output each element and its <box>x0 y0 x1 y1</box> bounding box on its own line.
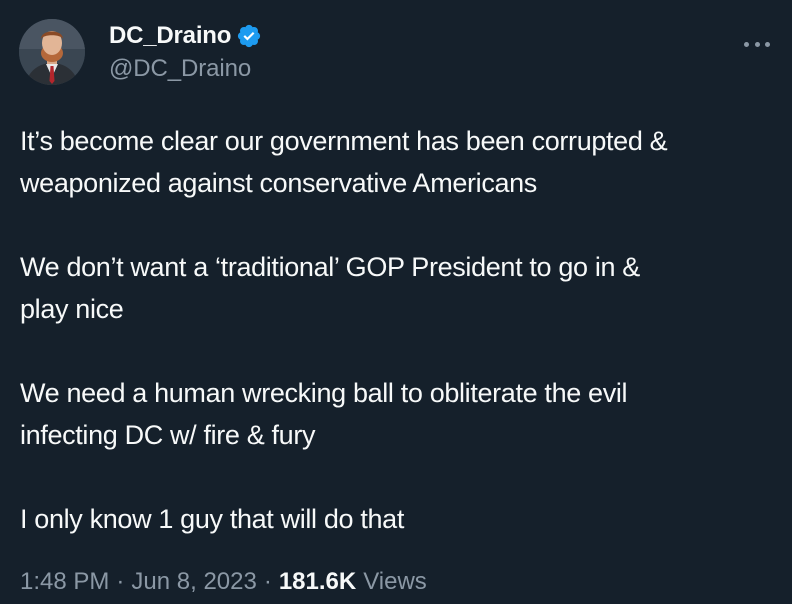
more-dot <box>754 41 760 47</box>
name-row: DC_Draino <box>109 21 262 51</box>
tweet-text: It’s become clear our government has bee… <box>20 120 780 582</box>
avatar-image <box>19 19 85 85</box>
verified-badge-icon[interactable] <box>236 23 262 49</box>
more-dot <box>744 41 749 47</box>
author-identity: DC_Draino @DC_Draino <box>109 21 262 83</box>
author-handle[interactable]: @DC_Draino <box>109 55 262 83</box>
tweet-date[interactable]: Jun 8, 2023 <box>131 568 256 596</box>
views-count[interactable]: 181.6K <box>279 568 356 596</box>
views-label[interactable]: Views <box>363 568 427 596</box>
more-options-icon[interactable] <box>744 38 770 50</box>
more-dot <box>765 41 770 47</box>
tweet-paragraph: We need a human wrecking ball to obliter… <box>20 378 628 450</box>
author-display-name[interactable]: DC_Draino <box>109 22 231 50</box>
tweet-time[interactable]: 1:48 PM <box>20 568 109 596</box>
tweet-paragraph: We don’t want a ‘traditional’ GOP Presid… <box>20 252 640 324</box>
tweet-card: DC_Draino @DC_Draino It’s become clear o… <box>0 0 792 604</box>
tweet-meta: 1:48 PM · Jun 8, 2023 · 181.6K Views <box>20 568 427 596</box>
meta-separator: · <box>116 568 125 595</box>
avatar[interactable] <box>19 19 85 85</box>
meta-separator: · <box>263 568 272 595</box>
tweet-paragraph: It’s become clear our government has bee… <box>20 126 668 198</box>
tweet-header: DC_Draino @DC_Draino <box>19 19 262 89</box>
tweet-paragraph: I only know 1 guy that will do that <box>20 504 404 534</box>
